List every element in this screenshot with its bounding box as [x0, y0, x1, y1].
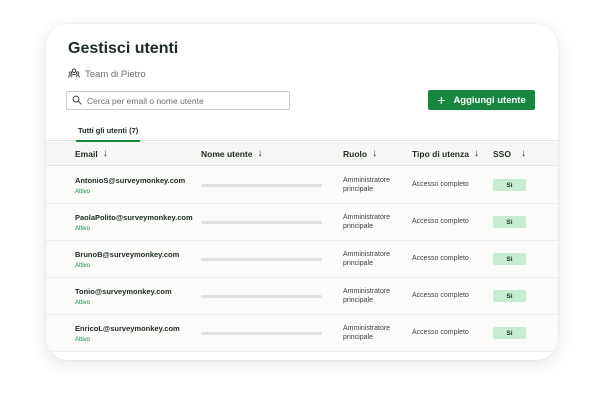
user-role: Amministratore principale: [343, 288, 391, 304]
sort-arrow-icon: ↓: [473, 148, 479, 159]
user-status: Attivo: [75, 189, 91, 195]
username-placeholder-bar: [201, 184, 322, 187]
user-email: PaolaPolito@surveymonkey.com: [75, 213, 193, 222]
sso-badge: Sì: [493, 216, 526, 228]
sort-arrow-icon: ↓: [102, 148, 108, 159]
table-row[interactable]: AntonioS@surveymonkey.com Attivo Amminis…: [46, 167, 558, 204]
column-header-username[interactable]: Nome utente ↓: [201, 148, 263, 160]
table-row[interactable]: EnricoL@surveymonkey.com Attivo Amminist…: [46, 315, 558, 352]
username-placeholder-bar: [201, 295, 322, 298]
username-placeholder-bar: [201, 258, 322, 261]
user-status: Attivo: [75, 226, 91, 232]
page-title: Gestisci utenti: [68, 40, 179, 57]
team-name: Team di Pietro: [85, 69, 146, 80]
user-account-type: Accesso completo: [412, 329, 469, 336]
column-header-sso[interactable]: SSO ↓: [493, 148, 526, 160]
column-header-email[interactable]: Email ↓: [75, 148, 108, 160]
user-account-type: Accesso completo: [412, 292, 469, 299]
user-account-type: Accesso completo: [412, 218, 469, 225]
sso-badge: Sì: [493, 179, 526, 191]
username-placeholder-bar: [201, 332, 322, 335]
manage-users-card: Gestisci utenti Team di Pietro Cerca per…: [46, 24, 558, 360]
search-input[interactable]: Cerca per email o nome utente: [66, 91, 290, 110]
table-row[interactable]: PaolaPolito@surveymonkey.com Attivo Ammi…: [46, 204, 558, 241]
user-role: Amministratore principale: [343, 177, 391, 193]
user-email: Tonio@surveymonkey.com: [75, 287, 172, 296]
table-row[interactable]: Tonio@surveymonkey.com Attivo Amministra…: [46, 278, 558, 315]
user-status: Attivo: [75, 300, 91, 306]
plus-icon: +: [437, 91, 446, 108]
sso-badge: Sì: [493, 327, 526, 339]
search-icon: [72, 95, 82, 107]
column-header-role[interactable]: Ruolo ↓: [343, 148, 378, 160]
add-user-label: Aggiungi utente: [453, 94, 526, 106]
tab-all-users[interactable]: Tutti gli utenti (7): [75, 120, 141, 142]
user-status: Attivo: [75, 337, 91, 343]
user-account-type: Accesso completo: [412, 255, 469, 262]
user-role: Amministratore principale: [343, 214, 391, 230]
user-email: AntonioS@surveymonkey.com: [75, 176, 186, 185]
column-header-account-type[interactable]: Tipo di utenza ↓: [412, 148, 479, 160]
sort-arrow-icon: ↓: [520, 148, 526, 159]
user-role: Amministratore principale: [343, 325, 391, 341]
sort-arrow-icon: ↓: [257, 148, 263, 159]
sso-badge: Sì: [493, 290, 526, 302]
user-email: BrunoB@surveymonkey.com: [75, 250, 180, 259]
user-email: EnricoL@surveymonkey.com: [75, 324, 180, 333]
table-header: Email ↓ Nome utente ↓ Ruolo ↓ Tipo di ut…: [46, 142, 558, 166]
username-placeholder-bar: [201, 221, 322, 224]
sso-badge: Sì: [493, 253, 526, 265]
team-icon: [68, 67, 80, 82]
user-role: Amministratore principale: [343, 251, 391, 267]
team-label: Team di Pietro: [68, 67, 146, 82]
search-placeholder: Cerca per email o nome utente: [87, 95, 204, 106]
sort-arrow-icon: ↓: [372, 148, 378, 159]
table-row[interactable]: BrunoB@surveymonkey.com Attivo Amministr…: [46, 241, 558, 278]
tab-bar: Tutti gli utenti (7): [46, 120, 558, 142]
user-account-type: Accesso completo: [412, 181, 469, 188]
add-user-button[interactable]: + Aggiungi utente: [428, 90, 535, 110]
user-status: Attivo: [75, 263, 91, 269]
